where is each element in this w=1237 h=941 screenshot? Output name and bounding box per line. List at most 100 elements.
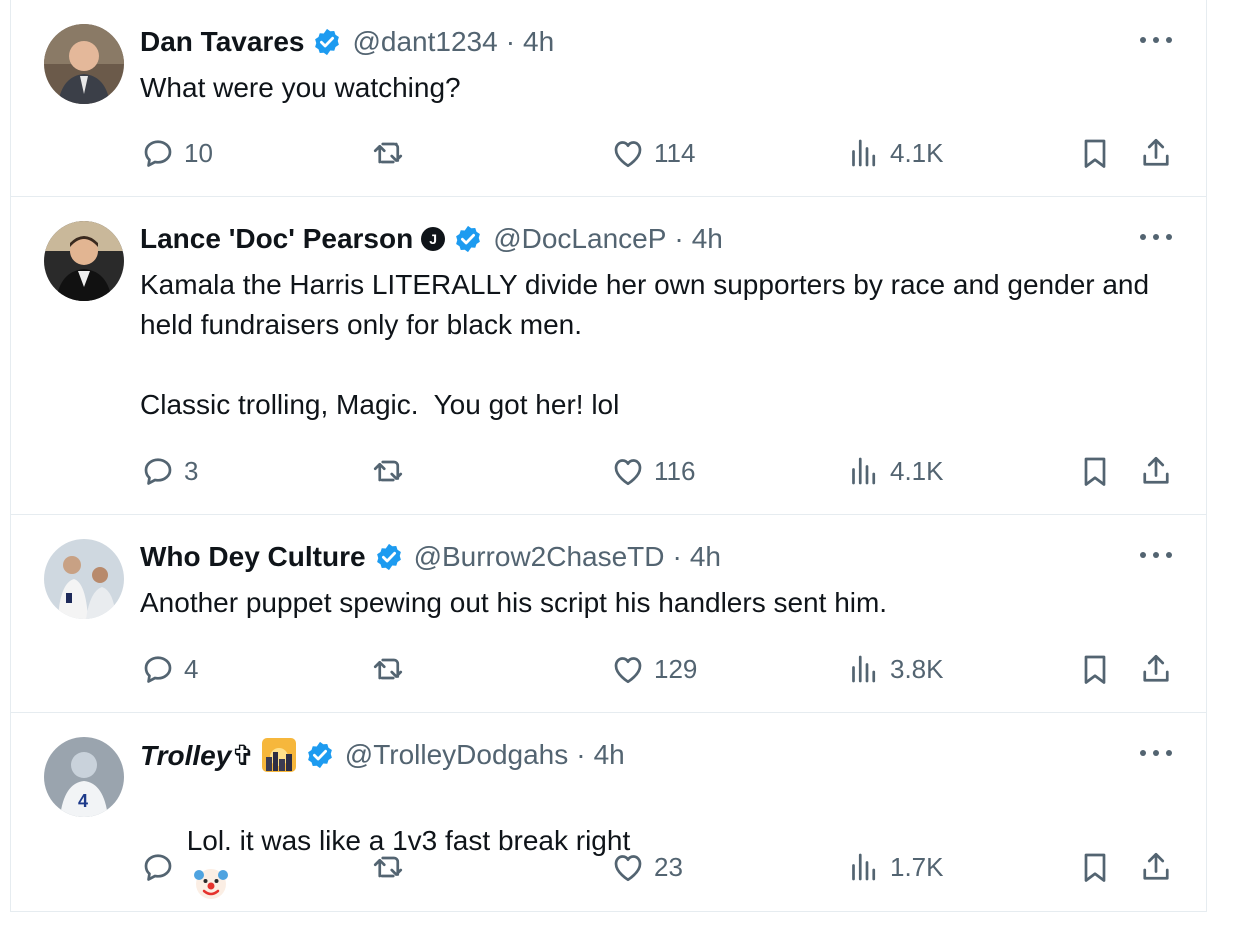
user-handle[interactable]: @Burrow2ChaseTD: [414, 541, 665, 573]
avatar[interactable]: [44, 539, 124, 619]
tweet-header: Dan Tavares @dant1234 · 4h: [140, 22, 554, 62]
more-icon[interactable]: [1140, 225, 1172, 249]
tweet[interactable]: Who Dey Culture @Burrow2ChaseTD · 4h Ano…: [11, 515, 1207, 713]
timestamp[interactable]: 4h: [594, 739, 625, 771]
avatar[interactable]: [44, 221, 124, 301]
bookmark-icon: [1084, 655, 1106, 684]
retweet-icon: [373, 142, 403, 164]
share-button[interactable]: [1138, 647, 1174, 691]
share-icon: [1143, 138, 1169, 166]
bookmark-icon: [1084, 457, 1106, 486]
views-icon: [852, 457, 876, 485]
verified-badge-icon: [307, 741, 332, 769]
city-sunrise-emoji-icon: [261, 738, 296, 772]
timestamp[interactable]: 4h: [690, 541, 721, 573]
avatar[interactable]: [44, 24, 124, 104]
reply-button[interactable]: 10: [140, 131, 213, 175]
tweet-header: Trolley✞ @TrolleyDodgahs · 4h: [140, 735, 625, 775]
share-icon: [1143, 852, 1169, 880]
view-count: 3.8K: [890, 653, 944, 684]
like-count: 116: [654, 455, 696, 486]
reply-count: 3: [184, 455, 199, 486]
user-handle[interactable]: @dant1234: [352, 26, 497, 58]
like-count: 129: [654, 653, 698, 684]
more-icon[interactable]: [1140, 28, 1172, 52]
timestamp[interactable]: 4h: [692, 223, 723, 255]
like-count: 114: [654, 137, 696, 168]
separator-dot: ·: [576, 739, 586, 770]
views-button[interactable]: 1.7K: [846, 845, 944, 889]
view-count: 4.1K: [890, 137, 944, 168]
like-button[interactable]: 116: [610, 449, 695, 493]
retweet-icon: [373, 658, 403, 680]
views-icon: [852, 139, 876, 167]
reply-icon: [144, 854, 172, 881]
reply-count: 10: [184, 137, 213, 168]
tweet-text: Kamala the Harris LITERALLY divide her o…: [140, 269, 1150, 420]
display-name[interactable]: Who Dey Culture: [140, 541, 366, 573]
like-button[interactable]: 23: [610, 845, 683, 889]
retweet-icon: [373, 856, 403, 878]
bookmark-button[interactable]: [1077, 449, 1113, 493]
bookmark-icon: [1084, 139, 1106, 168]
reply-button[interactable]: 4: [140, 647, 198, 691]
verified-badge-icon: [315, 28, 340, 56]
retweet-button[interactable]: [370, 845, 406, 889]
share-button[interactable]: [1138, 449, 1174, 493]
view-count: 4.1K: [890, 455, 944, 486]
bookmark-button[interactable]: [1077, 131, 1113, 175]
svg-text:4: 4: [78, 791, 88, 811]
separator-dot: ·: [505, 26, 516, 57]
like-button[interactable]: 114: [610, 131, 695, 175]
tweet-text: What were you watching?: [140, 72, 461, 103]
share-button[interactable]: [1138, 845, 1174, 889]
views-icon: [852, 853, 876, 881]
bookmark-button[interactable]: [1077, 845, 1113, 889]
reply-timeline: Dan Tavares @dant1234 · 4h What were you…: [10, 0, 1207, 912]
display-name[interactable]: Lance 'Doc' Pearson: [140, 223, 413, 255]
tweet-text: Another puppet spewing out his script hi…: [140, 587, 888, 618]
tweet[interactable]: 4 Trolley✞ @TrolleyDodgahs · 4h Lol. it …: [11, 713, 1207, 911]
retweet-button[interactable]: [370, 131, 406, 175]
action-bar: 4 129 3.8K: [140, 647, 1180, 691]
heart-icon: [614, 459, 642, 486]
reply-button[interactable]: [140, 845, 184, 889]
action-bar: 3 116 4.1K: [140, 449, 1180, 493]
reply-button[interactable]: 3: [140, 449, 198, 493]
action-bar: 23 1.7K: [140, 845, 1180, 889]
more-icon[interactable]: [1140, 741, 1172, 765]
views-button[interactable]: 4.1K: [846, 131, 944, 175]
separator-dot: ·: [674, 223, 684, 254]
display-name[interactable]: Trolley✞: [140, 739, 255, 772]
views-icon: [852, 655, 876, 683]
bookmark-button[interactable]: [1077, 647, 1113, 691]
share-button[interactable]: [1138, 131, 1174, 175]
timestamp[interactable]: 4h: [523, 26, 554, 58]
display-name[interactable]: Dan Tavares: [140, 26, 304, 58]
views-button[interactable]: 3.8K: [846, 647, 944, 691]
reply-icon: [144, 140, 172, 167]
retweet-button[interactable]: [370, 449, 406, 493]
heart-icon: [614, 657, 642, 684]
verified-badge-icon: [376, 543, 401, 571]
share-icon: [1143, 654, 1169, 682]
more-icon[interactable]: [1140, 543, 1172, 567]
tweet[interactable]: Lance 'Doc' Pearson J @DocLanceP · 4h Ka…: [11, 197, 1207, 515]
user-handle[interactable]: @DocLanceP: [493, 223, 666, 255]
reply-icon: [144, 656, 172, 683]
retweet-button[interactable]: [370, 647, 406, 691]
avatar[interactable]: 4: [44, 737, 124, 817]
reply-count: 4: [184, 653, 199, 684]
affiliate-badge-icon: J: [421, 227, 446, 251]
like-count: 23: [654, 851, 683, 882]
user-handle[interactable]: @TrolleyDodgahs: [345, 739, 568, 771]
views-button[interactable]: 4.1K: [846, 449, 944, 493]
view-count: 1.7K: [890, 851, 944, 882]
tweet-header: Lance 'Doc' Pearson J @DocLanceP · 4h: [140, 219, 723, 259]
tweet[interactable]: Dan Tavares @dant1234 · 4h What were you…: [11, 0, 1207, 197]
heart-icon: [614, 855, 642, 882]
separator-dot: ·: [672, 541, 682, 572]
reply-icon: [144, 458, 172, 485]
share-icon: [1143, 456, 1169, 484]
like-button[interactable]: 129: [610, 647, 697, 691]
